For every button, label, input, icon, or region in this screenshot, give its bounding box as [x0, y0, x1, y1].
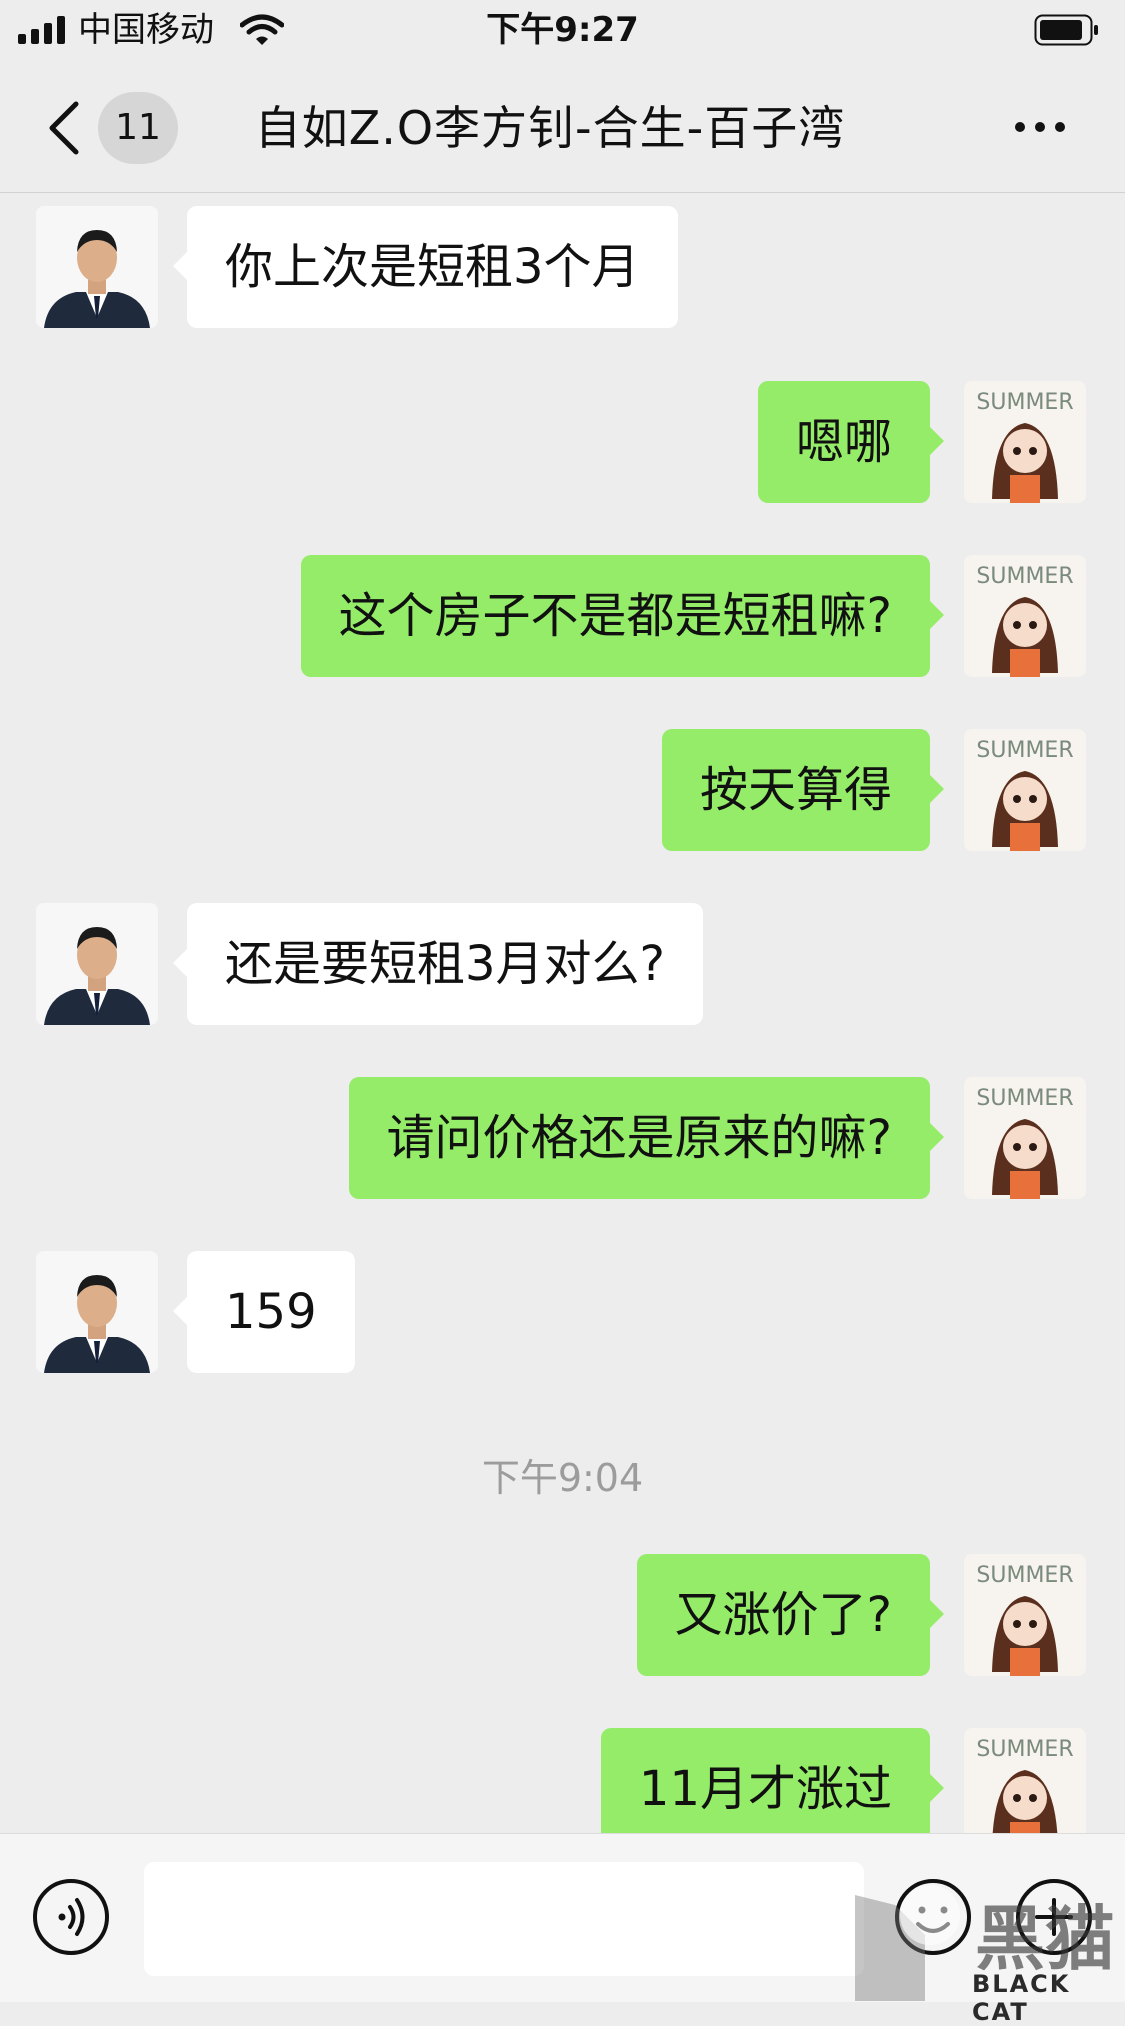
message-bubble[interactable]: 还是要短租3月对么? [172, 903, 704, 1025]
message-bubble[interactable]: 你上次是短租3个月 [173, 206, 678, 328]
contact-avatar[interactable] [36, 206, 158, 328]
message-bubble[interactable]: 159 [173, 1251, 355, 1373]
girl-cartoon-icon: SUMMER [964, 555, 1086, 677]
svg-text:SUMMER: SUMMER [976, 1086, 1073, 1111]
message-input[interactable] [144, 1862, 864, 1976]
girl-cartoon-icon: SUMMER [964, 1728, 1086, 1833]
message-bubble[interactable]: 嗯哪 [757, 381, 945, 503]
message-bubble[interactable]: 又涨价了? [636, 1554, 945, 1676]
svg-text:SUMMER: SUMMER [976, 564, 1073, 589]
girl-cartoon-icon: SUMMER [964, 729, 1086, 851]
message-bubble[interactable]: 请问价格还是原来的嘛? [348, 1077, 945, 1199]
my-avatar[interactable]: SUMMER [964, 729, 1086, 851]
status-time: 下午9:27 [486, 10, 639, 50]
my-avatar[interactable]: SUMMER [964, 1728, 1086, 1833]
my-avatar[interactable]: SUMMER [964, 381, 1086, 503]
person-portrait-icon [36, 206, 158, 328]
chat-header: 11 自如Z.O李方钊-合生-百子湾 [0, 62, 1125, 192]
voice-input-icon[interactable] [32, 1878, 110, 1956]
message-outgoing: 嗯哪 SUMMER [0, 381, 1125, 503]
back-chevron-icon[interactable] [44, 98, 84, 158]
svg-text:SUMMER: SUMMER [976, 1563, 1073, 1588]
svg-text:SUMMER: SUMMER [976, 738, 1073, 763]
message-bubble[interactable]: 11月才涨过 [600, 1728, 945, 1833]
time-divider: 下午9:04 [481, 1456, 644, 1500]
message-bubble[interactable]: 按天算得 [661, 729, 945, 851]
contact-avatar[interactable] [36, 903, 158, 1025]
message-bubble[interactable]: 这个房子不是都是短租嘛? [300, 555, 945, 677]
status-bar: 中国移动 下午9:27 [0, 0, 1125, 62]
watermark-text: BLACK CAT [972, 1970, 1071, 2026]
message-list[interactable]: 你上次是短租3个月 嗯哪 SUMMER 这个房子不是都是短租嘛? SUMMER [0, 193, 1125, 1833]
message-incoming: 你上次是短租3个月 [0, 206, 1125, 328]
girl-cartoon-icon: SUMMER [964, 381, 1086, 503]
contact-avatar[interactable] [36, 1251, 158, 1373]
my-avatar[interactable]: SUMMER [964, 555, 1086, 677]
svg-text:SUMMER: SUMMER [976, 1737, 1073, 1762]
message-outgoing: 这个房子不是都是短租嘛? SUMMER [0, 555, 1125, 677]
my-avatar[interactable]: SUMMER [964, 1554, 1086, 1676]
message-incoming: 159 [0, 1251, 1125, 1373]
person-portrait-icon [36, 1251, 158, 1373]
svg-text:黑猫: 黑猫 [975, 1898, 1115, 1980]
more-options-icon[interactable] [1010, 117, 1070, 137]
message-outgoing: 又涨价了? SUMMER [0, 1554, 1125, 1676]
my-avatar[interactable]: SUMMER [964, 1077, 1086, 1199]
girl-cartoon-icon: SUMMER [964, 1554, 1086, 1676]
girl-cartoon-icon: SUMMER [964, 1077, 1086, 1199]
unread-count-badge[interactable]: 11 [98, 92, 178, 164]
person-portrait-icon [36, 903, 158, 1025]
message-incoming: 还是要短租3月对么? [0, 903, 1125, 1025]
svg-text:SUMMER: SUMMER [976, 390, 1073, 415]
message-outgoing: 请问价格还是原来的嘛? SUMMER [0, 1077, 1125, 1199]
chat-title: 自如Z.O李方钊-合生-百子湾 [254, 101, 846, 155]
battery-icon [1034, 14, 1098, 46]
message-outgoing: 11月才涨过 SUMMER [0, 1728, 1125, 1833]
message-outgoing: 按天算得 SUMMER [0, 729, 1125, 851]
